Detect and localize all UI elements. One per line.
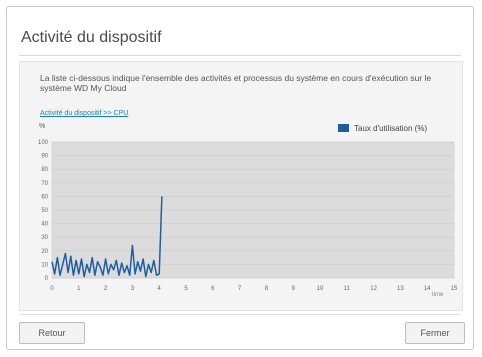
x-tick-label: 5 (184, 286, 188, 292)
x-tick-label: 3 (131, 286, 135, 292)
content-panel: La liste ci-dessous indique l'ensemble d… (19, 61, 463, 311)
y-tick-label: 40 (41, 222, 48, 228)
x-tick-label: 8 (265, 286, 269, 292)
back-button[interactable]: Retour (19, 322, 85, 344)
activity-dialog: Activité du dispositif La liste ci-desso… (6, 6, 474, 350)
x-tick-label: 2 (104, 286, 108, 292)
x-tick-label: 0 (50, 286, 54, 292)
y-tick-label: 90 (41, 154, 48, 160)
y-tick-label: 60 (41, 194, 48, 200)
close-button[interactable]: Fermer (405, 322, 465, 344)
x-tick-label: 1 (77, 286, 81, 292)
footer-divider (19, 314, 461, 315)
y-tick-label: 70 (41, 181, 48, 187)
cpu-usage-chart: % 0102030405060708090100 0 1 2 3 4 5 6 7 8 9 10 11 1… (38, 123, 458, 298)
y-tick-label: 10 (41, 262, 48, 268)
y-tick-label: 20 (41, 249, 48, 255)
y-tick-label: 80 (41, 167, 48, 173)
x-tick-label: 13 (397, 286, 404, 292)
y-tick-label: 100 (38, 140, 49, 146)
x-tick-label: 9 (292, 286, 296, 292)
x-tick-label: 12 (370, 286, 377, 292)
x-tick-label: 10 (317, 286, 324, 292)
x-tick-label: 11 (344, 286, 351, 292)
x-axis-unit-label: time (432, 292, 444, 298)
x-tick-label: 4 (158, 286, 162, 292)
y-axis-label: % (39, 123, 45, 130)
dialog-title: Activité du dispositif (21, 29, 162, 46)
x-tick-label: 15 (451, 286, 458, 292)
y-tick-label: 50 (41, 208, 48, 214)
x-tick-label: 14 (424, 286, 431, 292)
title-divider (19, 55, 461, 56)
x-tick-label: 6 (211, 286, 215, 292)
y-tick-label: 0 (45, 276, 49, 282)
y-tick-label: 30 (41, 235, 48, 241)
x-tick-label: 7 (238, 286, 242, 292)
